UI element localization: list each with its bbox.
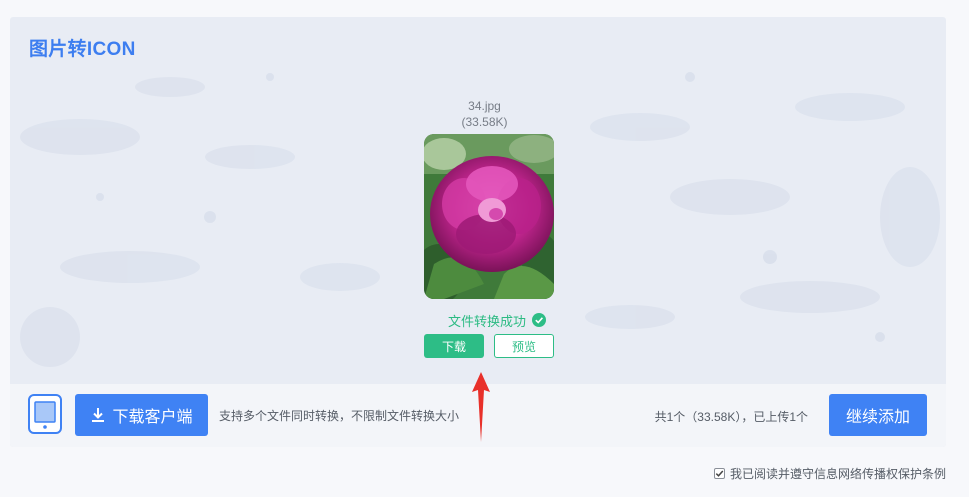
agreement-text: 我已阅读并遵守信息网络传播权保护条例 bbox=[730, 467, 947, 481]
conversion-status: 文件转换成功 bbox=[448, 311, 547, 329]
file-size: (33.58K) bbox=[461, 115, 508, 129]
success-check-icon bbox=[532, 313, 547, 327]
upload-summary: 共1个（33.58K），已上传1个 bbox=[654, 410, 808, 424]
download-icon bbox=[92, 408, 105, 422]
download-client-label: 下载客户端 bbox=[112, 409, 193, 426]
download-file-button[interactable]: 下载 bbox=[424, 334, 484, 358]
agreement: 我已阅读并遵守信息网络传播权保护条例 bbox=[714, 465, 946, 482]
page-title: 图片转ICON bbox=[29, 39, 136, 60]
preview-button[interactable]: 预览 bbox=[494, 334, 554, 358]
download-client-button[interactable]: 下载客户端 bbox=[75, 394, 208, 436]
flower-image bbox=[424, 134, 554, 299]
checkbox-checked-icon[interactable] bbox=[714, 468, 725, 479]
tablet-device-icon bbox=[28, 394, 62, 434]
image-thumbnail[interactable] bbox=[424, 134, 554, 299]
continue-add-button[interactable]: 继续添加 bbox=[829, 394, 927, 436]
feature-tip: 支持多个文件同时转换，不限制文件转换大小 bbox=[219, 409, 460, 423]
file-name: 34.jpg bbox=[468, 99, 501, 113]
red-arrow-annotation bbox=[472, 372, 490, 442]
status-text: 文件转换成功 bbox=[448, 313, 527, 329]
